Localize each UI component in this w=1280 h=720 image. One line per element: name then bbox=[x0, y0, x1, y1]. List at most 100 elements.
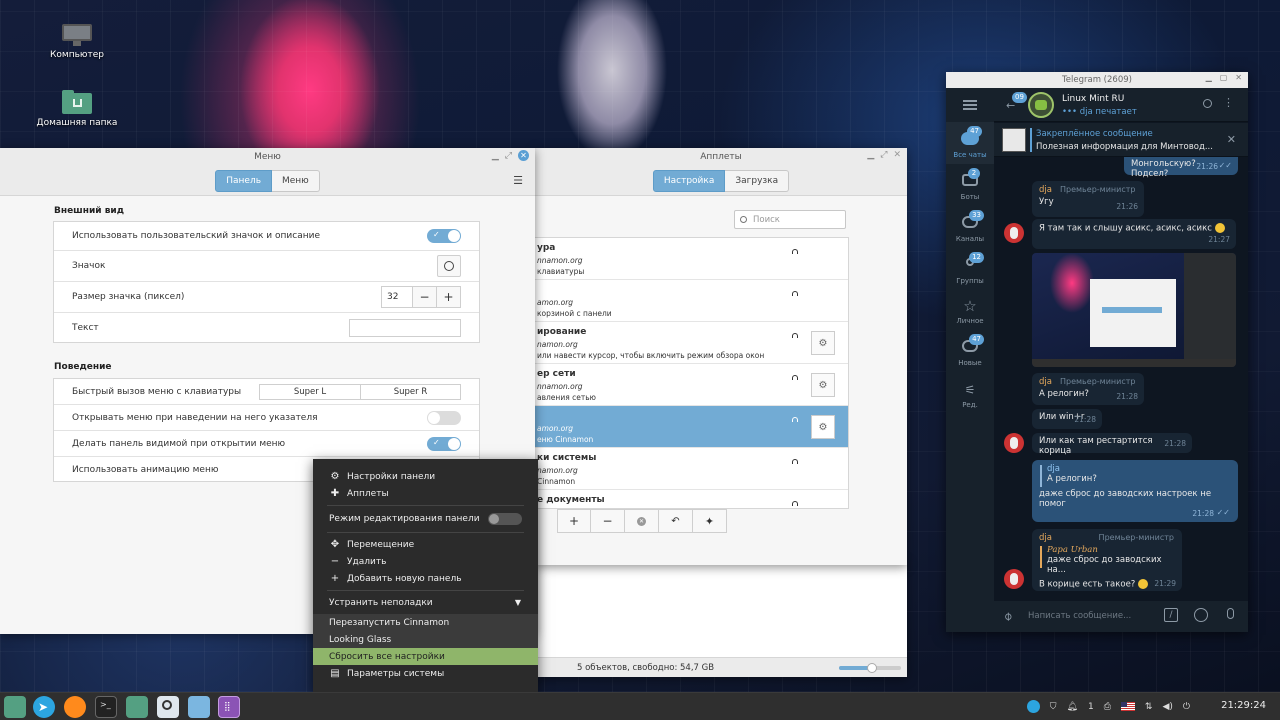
pinned-message-bar[interactable]: Закреплённое сообщение Полезная информац… bbox=[994, 123, 1248, 157]
desktop-icon-computer[interactable]: Компьютер bbox=[32, 24, 122, 60]
list-item[interactable]: ер сети nnamon.org авления сетью ⚙ bbox=[535, 364, 848, 406]
increment-button[interactable]: + bbox=[437, 286, 461, 308]
remove-applet-button[interactable]: − bbox=[591, 509, 625, 533]
maximize-icon[interactable]: ⤢ bbox=[505, 151, 512, 161]
icon-size-stepper[interactable]: 32 − + bbox=[381, 286, 461, 308]
tab-menu[interactable]: Меню bbox=[272, 169, 320, 192]
menu-item-remove[interactable]: − Удалить bbox=[313, 553, 538, 570]
message-outgoing[interactable]: Монгольскую? Подсел? 21:26 ✓✓ bbox=[1124, 157, 1238, 179]
sidebar-item-edit[interactable]: ⚟ Ред. bbox=[946, 382, 994, 409]
tab-manage[interactable]: Настройка bbox=[652, 169, 726, 192]
files-launcher[interactable] bbox=[4, 696, 26, 718]
commands-icon[interactable]: / bbox=[1164, 608, 1178, 622]
hotkey-entry-2[interactable]: Super R bbox=[361, 383, 461, 400]
shield-icon[interactable]: ⛉ bbox=[1050, 702, 1057, 712]
message-incoming[interactable]: Или win+r 21:28 bbox=[1032, 409, 1102, 429]
clear-applet-button[interactable]: ✕ bbox=[625, 509, 659, 533]
maximize-icon[interactable]: ▢ bbox=[1220, 73, 1228, 82]
printer-icon[interactable]: ⎙ bbox=[1104, 702, 1111, 712]
firefox-launcher[interactable] bbox=[64, 696, 86, 718]
icon-chooser-button[interactable] bbox=[437, 255, 461, 277]
hamburger-menu-icon[interactable]: ☰ bbox=[513, 174, 523, 187]
sidebar-item-groups[interactable]: 12 Группы bbox=[946, 252, 994, 285]
menu-item-troubleshoot[interactable]: Устранить неполадки ▼ bbox=[313, 594, 538, 611]
maximize-icon[interactable]: ⤢ bbox=[880, 150, 887, 160]
menu-item-edit-mode[interactable]: Режим редактирования панели bbox=[313, 509, 538, 529]
message-incoming[interactable]: dja Премьер-министр А релогин? 21:28 bbox=[1032, 373, 1144, 405]
tab-download[interactable]: Загрузка bbox=[725, 169, 790, 192]
menu-item-restart-cinnamon[interactable]: Перезапустить Cinnamon bbox=[313, 614, 538, 631]
list-item[interactable]: ки системы namon.org Cinnamon bbox=[535, 448, 848, 490]
open-on-hover-switch[interactable]: ✓ bbox=[427, 410, 461, 425]
configure-icon[interactable]: ⚙ bbox=[811, 415, 835, 439]
undo-button[interactable]: ↶ bbox=[659, 509, 693, 533]
decrement-button[interactable]: − bbox=[413, 286, 437, 308]
power-icon[interactable]: ⏻ bbox=[1183, 702, 1190, 712]
message-incoming[interactable]: dja Премьер-министр Угу 21:26 bbox=[1032, 181, 1144, 217]
applets-window-button[interactable]: ⣿ bbox=[218, 696, 240, 718]
list-item[interactable]: amon.org корзиной с панели bbox=[535, 280, 848, 322]
message-input[interactable]: Написать сообщение... bbox=[1028, 611, 1131, 621]
nemo-window-button[interactable] bbox=[126, 696, 148, 718]
use-custom-icon-switch[interactable]: ✓ bbox=[427, 229, 461, 243]
close-icon[interactable]: ✕ bbox=[893, 150, 901, 160]
message-outgoing[interactable]: dja А релогин? даже сброс до заводских н… bbox=[1032, 460, 1238, 522]
minimize-icon[interactable]: ▁ bbox=[492, 151, 499, 161]
telegram-launcher[interactable]: ➤ bbox=[33, 696, 55, 718]
emoji-icon[interactable] bbox=[1194, 608, 1208, 622]
hamburger-menu-icon[interactable] bbox=[963, 100, 977, 110]
user-avatar[interactable] bbox=[1004, 433, 1024, 453]
minimize-icon[interactable]: ▁ bbox=[1206, 73, 1212, 82]
sidebar-item-bots[interactable]: 2 Боты bbox=[946, 168, 994, 201]
close-icon[interactable]: ✕ bbox=[1235, 73, 1242, 82]
menu-item-move[interactable]: ✥ Перемещение bbox=[313, 536, 538, 553]
menu-item-add-panel[interactable]: + Добавить новую панель bbox=[313, 570, 538, 587]
user-avatar[interactable] bbox=[1004, 223, 1024, 243]
menu-item-looking-glass[interactable]: Looking Glass bbox=[313, 631, 538, 648]
settings-window-button[interactable] bbox=[188, 696, 210, 718]
list-item[interactable]: ирование namon.org или навести курсор, ч… bbox=[535, 322, 848, 364]
minimize-icon[interactable]: ▁ bbox=[867, 150, 874, 160]
volume-icon[interactable]: ◀) bbox=[1162, 702, 1172, 712]
desktop-icon-home[interactable]: Домашняя папка bbox=[32, 90, 122, 128]
message-image[interactable] bbox=[1032, 253, 1236, 367]
chat-avatar[interactable] bbox=[1028, 92, 1054, 118]
search-input[interactable]: Поиск bbox=[734, 210, 846, 229]
network-icon[interactable]: ⇅ bbox=[1145, 702, 1153, 712]
add-applet-button[interactable]: + bbox=[557, 509, 591, 533]
clock[interactable]: 21:29:24 bbox=[1221, 700, 1266, 711]
sidebar-item-personal[interactable]: ☆ Личное bbox=[946, 298, 994, 325]
list-item[interactable]: е документы bbox=[535, 490, 848, 508]
close-icon[interactable]: ✕ bbox=[518, 150, 529, 161]
configure-icon[interactable]: ⚙ bbox=[811, 373, 835, 397]
message-incoming[interactable]: Или как там рестартится корица 21:28 bbox=[1032, 433, 1192, 456]
configure-icon[interactable]: ⚙ bbox=[811, 331, 835, 355]
hotkey-entry-1[interactable]: Super L bbox=[259, 383, 361, 400]
keyboard-layout-flag-icon[interactable] bbox=[1120, 702, 1135, 711]
close-icon[interactable]: ✕ bbox=[1227, 133, 1236, 146]
zoom-slider[interactable] bbox=[839, 663, 901, 673]
menu-item-applets[interactable]: ✚ Апплеты bbox=[313, 485, 538, 502]
more-applets-button[interactable]: ✦ bbox=[693, 509, 727, 533]
menu-item-reset-all[interactable]: Сбросить все настройки bbox=[313, 648, 538, 665]
search-app-button[interactable] bbox=[157, 696, 179, 718]
tab-panel[interactable]: Панель bbox=[215, 169, 272, 192]
notifications-icon[interactable]: 🔔︎ bbox=[1067, 702, 1078, 712]
panel-visible-switch[interactable]: ✓ bbox=[427, 436, 461, 451]
icon-size-input[interactable]: 32 bbox=[381, 286, 413, 308]
search-icon[interactable] bbox=[1203, 99, 1212, 108]
message-incoming[interactable]: Я там так и слышу асикс, асикс, асикс 21… bbox=[1032, 219, 1236, 249]
list-item[interactable]: ура nnamon.org клавиатуры bbox=[535, 238, 848, 280]
text-input[interactable] bbox=[349, 318, 461, 337]
list-item-selected[interactable]: amon.org еню Cinnamon ⚙ bbox=[535, 406, 848, 448]
sidebar-item-channels[interactable]: 33 Каналы bbox=[946, 210, 994, 243]
telegram-tray-icon[interactable] bbox=[1026, 700, 1040, 713]
more-vertical-icon[interactable]: ⋮ bbox=[1223, 96, 1234, 109]
message-incoming[interactable]: dja Премьер-министр Papa Urban даже сбро… bbox=[1032, 529, 1182, 591]
sidebar-item-new[interactable]: 47 Новые bbox=[946, 334, 994, 367]
menu-item-panel-settings[interactable]: ⚙ Настройки панели bbox=[313, 468, 538, 485]
edit-mode-switch[interactable] bbox=[488, 513, 522, 525]
menu-item-system-settings[interactable]: ▤ Параметры системы bbox=[313, 665, 538, 682]
microphone-icon[interactable] bbox=[1227, 608, 1234, 619]
sidebar-item-all-chats[interactable]: 47 Все чаты bbox=[946, 126, 994, 159]
